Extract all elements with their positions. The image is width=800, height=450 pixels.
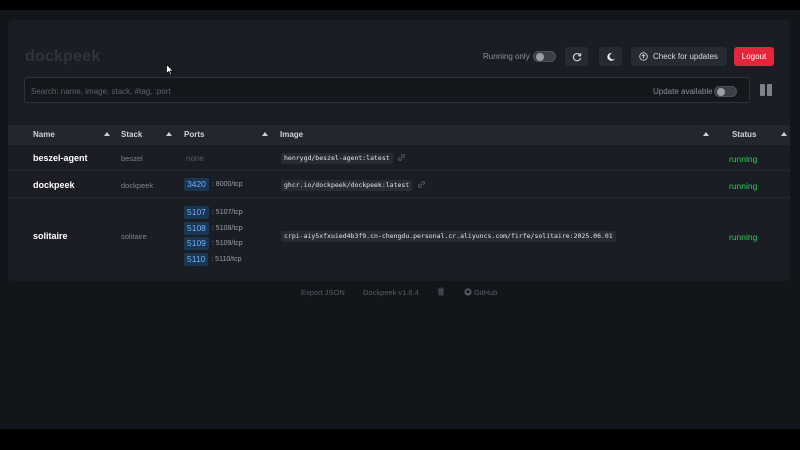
- update-available-label: Update available: [653, 87, 713, 96]
- container-stack: solitaire: [121, 232, 147, 241]
- check-updates-button[interactable]: Check for updates: [631, 47, 727, 66]
- port-link[interactable]: 5108: [184, 222, 209, 235]
- table-header: Name Stack Ports Image Status: [8, 125, 790, 144]
- mouse-cursor-icon: [166, 64, 174, 76]
- update-available-toggle[interactable]: [714, 86, 737, 97]
- version-label: Dockpeek v1.6.4: [363, 288, 419, 297]
- container-name: solitaire: [33, 231, 68, 241]
- container-stack: dockpeek: [121, 181, 154, 190]
- image-tag: crpi-aiy5xfxuied4b3f9.cn-chengdu.persona…: [281, 231, 616, 242]
- github-link[interactable]: GitHub: [474, 288, 497, 297]
- search-input[interactable]: [31, 84, 631, 98]
- header-stack[interactable]: Stack: [121, 130, 142, 139]
- port-mapping: 5108 : 5108/tcp: [184, 222, 243, 235]
- refresh-button[interactable]: [565, 47, 588, 66]
- ports-none: none: [186, 154, 204, 163]
- check-updates-label: Check for updates: [653, 52, 718, 61]
- moon-icon: [606, 52, 615, 61]
- link-icon[interactable]: [397, 153, 406, 162]
- status-badge: running: [729, 181, 758, 191]
- port-mapping: 3420 : 8000/tcp: [184, 178, 243, 191]
- port-target: : 5108/tcp: [211, 225, 243, 232]
- port-link[interactable]: 3420: [184, 178, 209, 191]
- header-name[interactable]: Name: [33, 130, 55, 139]
- header-status[interactable]: Status: [732, 130, 756, 139]
- sort-name-icon[interactable]: [104, 132, 110, 136]
- refresh-icon: [572, 52, 581, 61]
- table-row: beszel-agent beszel none henrygd/beszel-…: [8, 144, 790, 170]
- port-mapping: 5107 : 5107/tcp: [184, 206, 243, 219]
- status-badge: running: [729, 232, 758, 242]
- header-ports[interactable]: Ports: [184, 130, 204, 139]
- link-icon[interactable]: [417, 180, 426, 189]
- coffee-icon[interactable]: [437, 287, 445, 297]
- app-logo[interactable]: dockpeek: [25, 48, 100, 66]
- port-link[interactable]: 5107: [184, 206, 209, 219]
- github-icon[interactable]: [464, 288, 472, 296]
- header-image[interactable]: Image: [280, 130, 303, 139]
- sort-ports-icon[interactable]: [262, 132, 268, 136]
- logout-button[interactable]: Logout: [734, 47, 774, 66]
- image-tag: henrygd/beszel-agent:latest: [281, 153, 393, 164]
- port-link[interactable]: 5109: [184, 237, 209, 250]
- port-mapping: 5109 : 5109/tcp: [184, 237, 243, 250]
- status-badge: running: [729, 154, 758, 164]
- search-bar: Update available: [24, 77, 750, 103]
- app-viewport: dockpeek Running only Check for updates …: [0, 10, 800, 429]
- image-tag: ghcr.io/dockpeek/dockpeek:latest: [281, 180, 413, 191]
- container-name: beszel-agent: [33, 153, 88, 163]
- export-json-link[interactable]: Export JSON: [301, 288, 345, 297]
- main-panel: dockpeek Running only Check for updates …: [8, 20, 790, 281]
- container-name: dockpeek: [33, 180, 75, 190]
- column-toggle-button[interactable]: [760, 84, 772, 96]
- port-target: : 5109/tcp: [211, 240, 243, 247]
- port-target: : 5110/tcp: [211, 256, 242, 263]
- running-only-toggle[interactable]: [533, 51, 556, 62]
- sort-stack-icon[interactable]: [166, 132, 172, 136]
- running-only-label: Running only: [483, 52, 530, 61]
- table-row: dockpeek dockpeek 3420 : 8000/tcp ghcr.i…: [8, 170, 790, 197]
- columns-icon: [760, 84, 765, 96]
- sort-image-icon[interactable]: [703, 132, 709, 136]
- port-target: : 8000/tcp: [211, 181, 243, 188]
- container-stack: beszel: [121, 154, 143, 163]
- port-mapping: 5110 : 5110/tcp: [184, 253, 242, 266]
- upload-circle-icon: [639, 52, 648, 61]
- table-row: solitaire solitaire 5107 : 5107/tcp 5108…: [8, 197, 790, 270]
- sort-status-icon[interactable]: [781, 132, 787, 136]
- theme-toggle-button[interactable]: [599, 47, 622, 66]
- port-link[interactable]: 5110: [184, 253, 209, 266]
- port-target: : 5107/tcp: [211, 209, 243, 216]
